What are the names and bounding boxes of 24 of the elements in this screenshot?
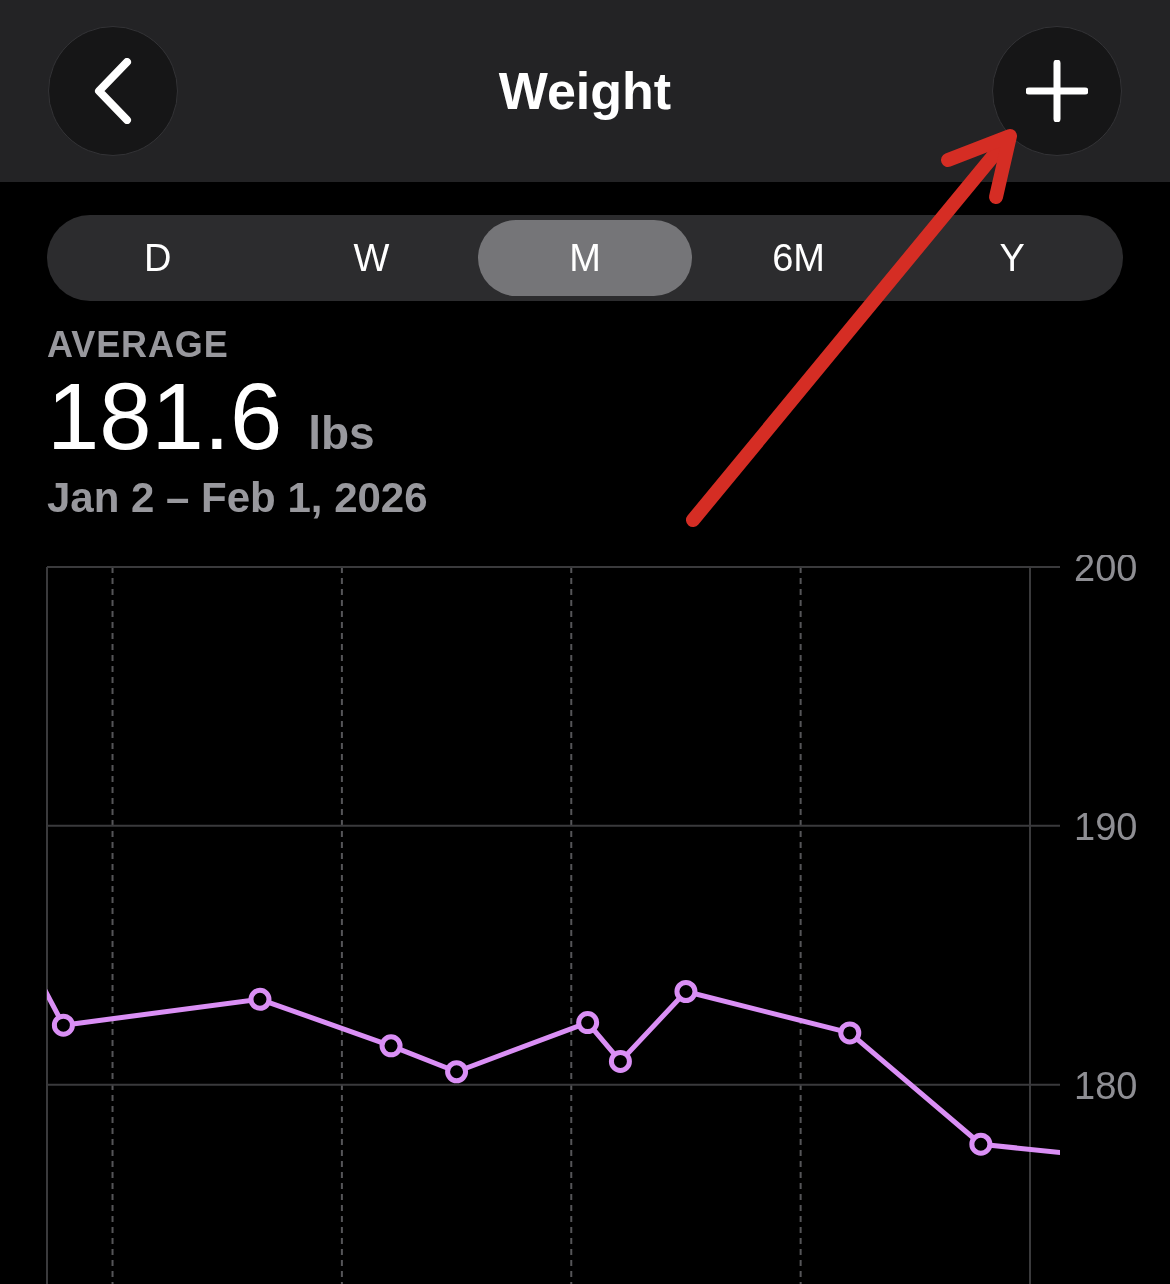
data-point <box>576 1011 600 1035</box>
average-label: AVERAGE <box>47 323 230 367</box>
data-point <box>248 987 272 1011</box>
unit-label: lbs <box>308 406 375 461</box>
range-tab[interactable]: W <box>264 220 479 296</box>
average-value: 181.6 <box>47 367 283 467</box>
back-icon <box>93 58 133 124</box>
data-point <box>674 980 698 1003</box>
range-tab[interactable]: Y <box>905 220 1119 296</box>
data-point <box>838 1021 862 1045</box>
axis-label: 190 <box>1074 805 1138 848</box>
data-point <box>608 1049 632 1073</box>
range-tab[interactable]: 6M <box>691 220 906 296</box>
axis-label: 180 <box>1074 1064 1138 1107</box>
axis-label: 200 <box>1074 555 1138 589</box>
data-point <box>445 1060 469 1084</box>
plus-icon <box>1026 60 1088 122</box>
data-point <box>51 1013 75 1037</box>
screen-title: Weight <box>498 61 672 122</box>
range-tab[interactable]: M <box>478 220 692 296</box>
data-point <box>969 1132 993 1156</box>
date-range: Jan 2 – Feb 1, 2026 <box>47 473 429 523</box>
data-point <box>379 1034 403 1058</box>
range-tab[interactable]: D <box>51 220 265 296</box>
